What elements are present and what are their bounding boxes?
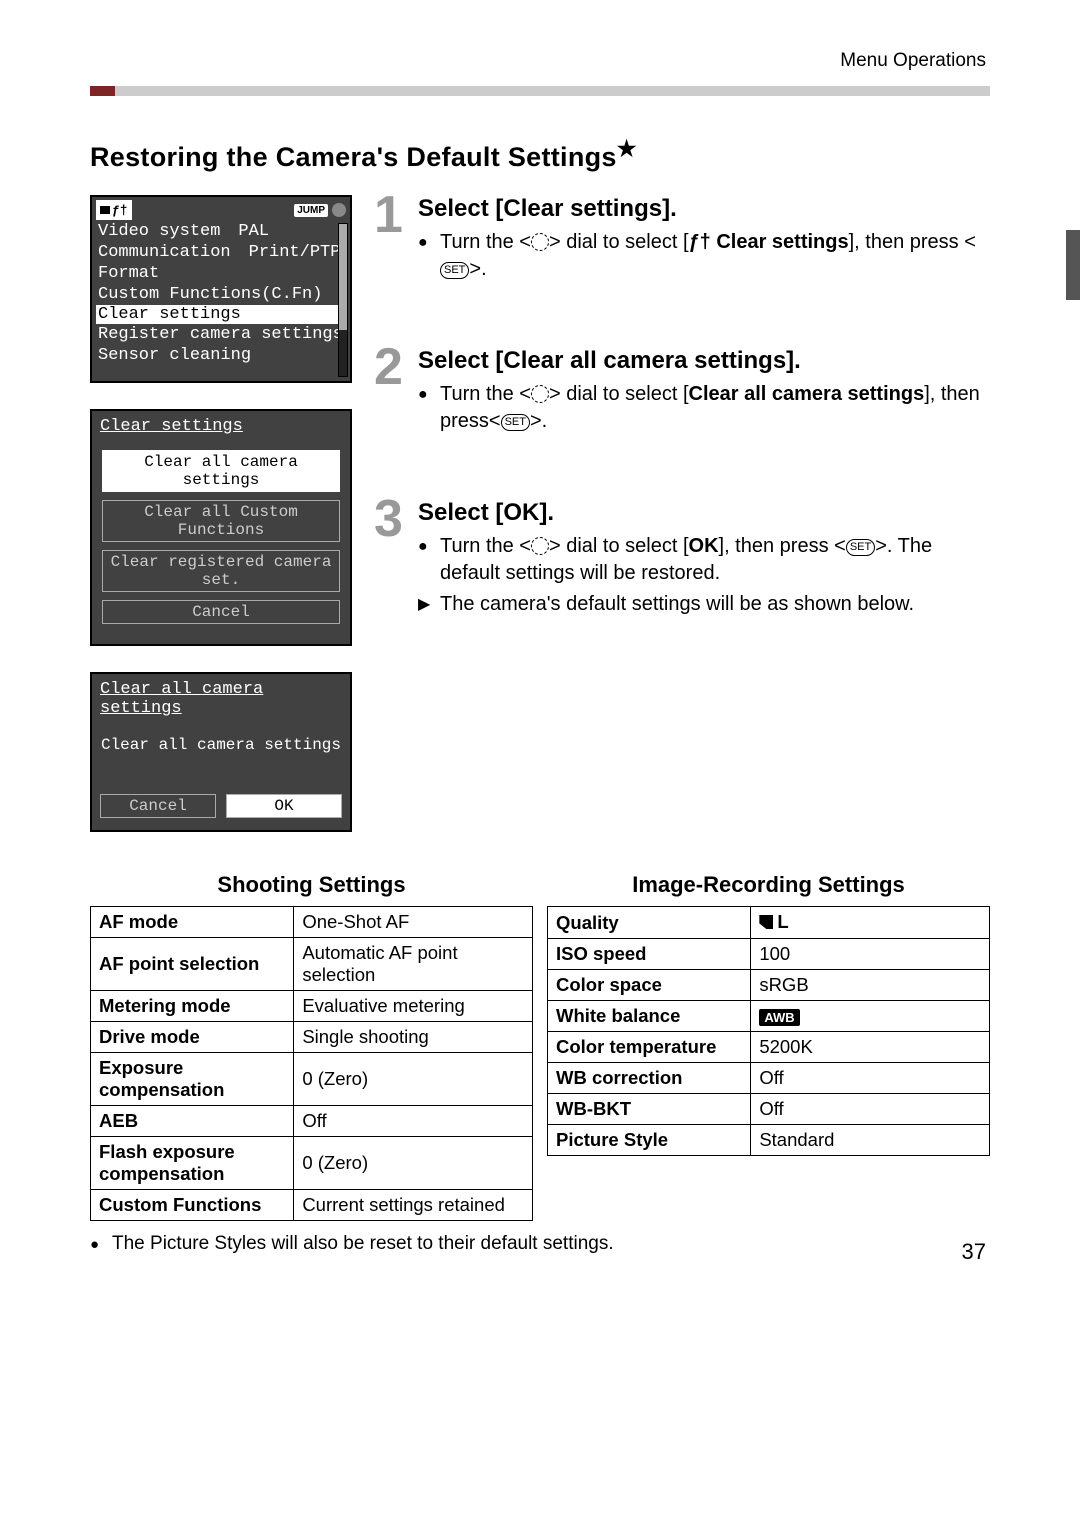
footnote: ● The Picture Styles will also be reset … [90, 1233, 990, 1255]
image-recording-settings-title: Image-Recording Settings [547, 872, 990, 898]
thumb-tab [1066, 230, 1080, 300]
divider [90, 86, 990, 96]
mode-dial-icon [332, 203, 346, 217]
table-row: WB correctionOff [548, 1063, 990, 1094]
menu-item[interactable]: CommunicationPrint/PTP [98, 242, 344, 263]
dial-icon [531, 233, 549, 251]
table-row: AF point selectionAutomatic AF point sel… [91, 938, 533, 991]
step-number: 3 [374, 499, 418, 541]
step-title: Select [Clear all camera settings]. [418, 347, 990, 375]
set-icon: SET [440, 262, 469, 279]
screen3-message: Clear all camera settings [100, 736, 342, 754]
table-row: QualityL [548, 907, 990, 939]
table-row: ISO speed100 [548, 939, 990, 970]
screen3-title: Clear all camera settings [100, 680, 342, 718]
step: 1Select [Clear settings].●Turn the <> di… [374, 195, 990, 287]
step: 3Select [OK].●Turn the <> dial to select… [374, 499, 990, 622]
wrench-icon: ƒ† [112, 203, 128, 218]
awb-icon: AWB [759, 1009, 799, 1026]
shooting-settings-title: Shooting Settings [90, 872, 533, 898]
table-row: Flash exposure compensation0 (Zero) [91, 1137, 533, 1190]
step-number: 1 [374, 195, 418, 237]
step: 2Select [Clear all camera settings].●Tur… [374, 347, 990, 439]
table-row: Metering modeEvaluative metering [91, 991, 533, 1022]
table-row: AEBOff [91, 1106, 533, 1137]
table-row: Color temperature5200K [548, 1032, 990, 1063]
table-row: White balanceAWB [548, 1001, 990, 1032]
step-title: Select [OK]. [418, 499, 990, 527]
tab-tools: ƒ† [96, 200, 132, 220]
menu-item[interactable]: Video systemPAL [98, 221, 344, 242]
camera-menu-screen-1: ƒ† JUMP Video systemPALCommunicationPrin… [90, 195, 352, 383]
menu-item[interactable]: Custom Functions(C.Fn) [98, 284, 344, 305]
menu-item[interactable]: Format [98, 263, 344, 284]
camera-menu-screen-3: Clear all camera settings Clear all came… [90, 672, 352, 832]
camera-icon [100, 206, 110, 214]
table-row: Custom FunctionsCurrent settings retaine… [91, 1190, 533, 1221]
table-row: Drive modeSingle shooting [91, 1022, 533, 1053]
shooting-settings-table: AF modeOne-Shot AFAF point selectionAuto… [90, 906, 533, 1221]
wrench-icon: ƒ† [689, 229, 711, 256]
clear-option[interactable]: Cancel [102, 600, 340, 624]
page-number: 37 [962, 1239, 986, 1265]
table-row: Exposure compensation0 (Zero) [91, 1053, 533, 1106]
quality-large-icon: L [759, 911, 788, 933]
clear-option[interactable]: Clear registered camera set. [102, 550, 340, 592]
scrollbar[interactable] [338, 223, 348, 377]
table-row: Color spacesRGB [548, 970, 990, 1001]
clear-option[interactable]: Clear all camera settings [102, 450, 340, 492]
camera-menu-screen-2: Clear settings Clear all camera settings… [90, 409, 352, 646]
clear-option[interactable]: Clear all Custom Functions [102, 500, 340, 542]
header-category: Menu Operations [90, 50, 990, 72]
step-number: 2 [374, 347, 418, 389]
table-row: AF modeOne-Shot AF [91, 907, 533, 938]
dial-icon [531, 537, 549, 555]
table-row: WB-BKTOff [548, 1094, 990, 1125]
dial-icon [531, 385, 549, 403]
jump-badge: JUMP [294, 204, 328, 217]
cancel-button[interactable]: Cancel [100, 794, 216, 818]
image-recording-table: QualityLISO speed100Color spacesRGBWhite… [547, 906, 990, 1156]
screen2-title: Clear settings [100, 417, 342, 436]
menu-item[interactable]: Register camera settings [98, 324, 344, 345]
step-title: Select [Clear settings]. [418, 195, 990, 223]
menu-item[interactable]: Sensor cleaning [98, 345, 344, 366]
section-title: Restoring the Camera's Default Settings★ [90, 136, 990, 173]
set-icon: SET [846, 539, 875, 556]
menu-item[interactable]: Clear settings [96, 305, 346, 324]
set-icon: SET [501, 414, 530, 431]
ok-button[interactable]: OK [226, 794, 342, 818]
table-row: Picture StyleStandard [548, 1125, 990, 1156]
